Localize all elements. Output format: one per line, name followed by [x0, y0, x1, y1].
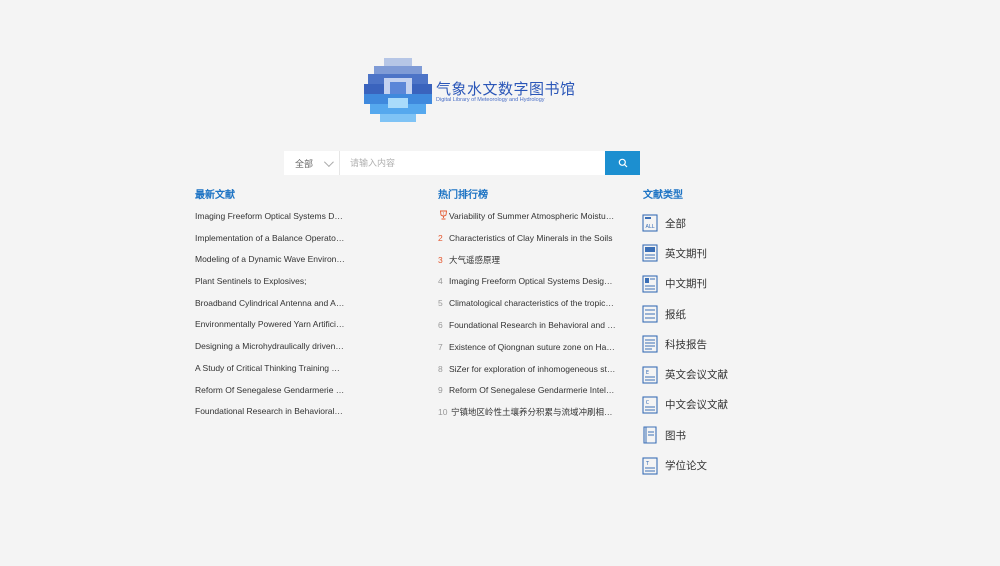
hot-item[interactable]: 10宁镇地区岭性土壤养分积累与流域冲刷相关性研究	[438, 403, 616, 425]
type-item-newspaper[interactable]: 报纸	[642, 299, 728, 329]
type-item-english-conference[interactable]: E 英文会议文献	[642, 359, 728, 389]
page: 气象水文数字图书馆 Digital Library of Meteorology…	[0, 0, 1000, 566]
book-icon	[643, 426, 657, 444]
latest-title: 最新文献	[195, 190, 235, 201]
hot-rank: 4	[438, 276, 443, 287]
type-label: 英文会议文献	[665, 369, 728, 382]
hot-rank-label: 1	[442, 212, 444, 216]
search-bar: 全部	[284, 151, 640, 175]
type-item-tech-report[interactable]: 科技报告	[642, 329, 728, 359]
english-conference-icon: E	[642, 366, 658, 384]
hot-item-text: Variability of Summer Atmospheric Moistu…	[449, 211, 616, 221]
latest-item[interactable]: Broadband Cylindrical Antenna and Array	[195, 294, 345, 316]
type-label: 学位论文	[665, 460, 707, 473]
hot-list: 1 Variability of Summer Atmospheric Mois…	[438, 207, 616, 425]
latest-item[interactable]: Modeling of a Dynamic Wave Environment	[195, 250, 345, 272]
svg-text:ALL: ALL	[646, 224, 655, 230]
hot-rank: 9	[438, 385, 443, 396]
type-item-chinese-conference[interactable]: C 中文会议文献	[642, 390, 728, 420]
hot-item-text: SiZer for exploration of inhomogeneous s…	[449, 363, 616, 374]
latest-item[interactable]: Reform Of Senegalese Gendarmerie Intelli…	[195, 381, 345, 403]
search-scope-select[interactable]: 全部	[284, 151, 340, 175]
type-item-all[interactable]: ALL 全部	[642, 208, 728, 238]
hot-item-text: Foundational Research in Behavioral and …	[449, 319, 616, 330]
hot-item[interactable]: 9 Reform Of Senegalese Gendarmerie Intell…	[438, 381, 616, 403]
all-docs-icon: ALL	[642, 214, 658, 232]
logo-title: 气象水文数字图书馆	[436, 80, 576, 98]
type-item-chinese-journal[interactable]: 中文期刊	[642, 269, 728, 299]
hot-item[interactable]: 2 Characteristics of Clay Minerals in the…	[438, 229, 616, 251]
search-button[interactable]	[605, 151, 640, 175]
hot-item[interactable]: 8 SiZer for exploration of inhomogeneous …	[438, 360, 616, 382]
hot-rank: 5	[438, 298, 443, 309]
trophy-icon: 1	[439, 210, 448, 220]
type-label: 图书	[665, 429, 686, 442]
hot-rank: 2	[438, 232, 443, 243]
hot-rank: 6	[438, 319, 443, 330]
hot-title: 热门排行榜	[438, 190, 488, 201]
hot-rank: 8	[438, 363, 443, 374]
latest-item[interactable]: Imaging Freeform Optical Systems Designe…	[195, 207, 345, 229]
type-label: 中文期刊	[665, 278, 707, 291]
latest-item[interactable]: Implementation of a Balance Operator for…	[195, 229, 345, 251]
hot-item-text: 宁镇地区岭性土壤养分积累与流域冲刷相关性研究	[451, 407, 616, 418]
type-label: 全部	[665, 217, 686, 230]
latest-list: Imaging Freeform Optical Systems Designe…	[195, 207, 345, 424]
type-item-thesis[interactable]: T 学位论文	[642, 450, 728, 480]
hot-item-text: Characteristics of Clay Minerals in the …	[449, 232, 613, 243]
chinese-conference-icon: C	[642, 396, 658, 414]
hot-item-text: 大气遥感原理	[449, 254, 501, 265]
search-input[interactable]	[340, 151, 605, 175]
types-list: ALL 全部 英文期刊 中文期刊 报纸 科技报告 E 英文会议文献 C 中文会议…	[642, 208, 728, 481]
hot-item[interactable]: 3 大气遥感原理	[438, 251, 616, 273]
type-label: 中文会议文献	[665, 399, 728, 412]
hot-item[interactable]: 1 Variability of Summer Atmospheric Mois…	[438, 207, 616, 229]
english-journal-icon	[642, 244, 658, 262]
chinese-journal-icon	[642, 275, 658, 293]
hot-rank: 10	[438, 407, 448, 418]
latest-item[interactable]: Plant Sentinels to Explosives;	[195, 272, 345, 294]
hot-item[interactable]: 7 Existence of Qiongnan suture zone on Ha…	[438, 338, 616, 360]
hot-item[interactable]: 4 Imaging Freeform Optical Systems Design…	[438, 272, 616, 294]
logo-mark-icon	[364, 58, 432, 122]
svg-text:E: E	[646, 370, 649, 376]
thesis-icon: T	[642, 456, 658, 475]
type-label: 报纸	[665, 308, 686, 321]
search-icon	[618, 158, 627, 168]
hot-item[interactable]: 6 Foundational Research in Behavioral and…	[438, 316, 616, 338]
hot-rank: 7	[438, 341, 443, 352]
hot-item-text: Imaging Freeform Optical Systems Designe…	[449, 276, 616, 287]
tech-report-icon	[642, 335, 658, 353]
svg-text:T: T	[645, 461, 650, 467]
search-scope-label: 全部	[295, 158, 314, 169]
type-item-book[interactable]: 图书	[642, 420, 728, 450]
latest-item[interactable]: A Study of Critical Thinking Training Me…	[195, 359, 345, 381]
hot-rank: 3	[438, 254, 443, 265]
latest-item[interactable]: Designing a Microhydraulically driven Ac…	[195, 337, 345, 359]
logo-subtitle: Digital Library of Meteorology and Hydro…	[436, 97, 545, 103]
hot-item-text: Climatological characteristics of the tr…	[449, 298, 616, 309]
hot-item-text: Existence of Qiongnan suture zone on Hai…	[449, 341, 616, 352]
latest-item[interactable]: Environmentally Powered Yarn Artificial …	[195, 315, 345, 337]
hot-item-text: Reform Of Senegalese Gendarmerie Intelli…	[449, 385, 616, 396]
chevron-down-icon	[323, 156, 334, 167]
latest-item[interactable]: Foundational Research in Behavioral and …	[195, 402, 345, 424]
types-title: 文献类型	[643, 190, 683, 201]
hot-item[interactable]: 5 Climatological characteristics of the t…	[438, 294, 616, 316]
type-label: 科技报告	[665, 338, 707, 351]
newspaper-icon	[642, 305, 658, 323]
type-label: 英文期刊	[665, 247, 707, 260]
svg-text:C: C	[646, 400, 650, 406]
type-item-english-journal[interactable]: 英文期刊	[642, 238, 728, 268]
site-logo[interactable]: 气象水文数字图书馆 Digital Library of Meteorology…	[364, 58, 575, 128]
